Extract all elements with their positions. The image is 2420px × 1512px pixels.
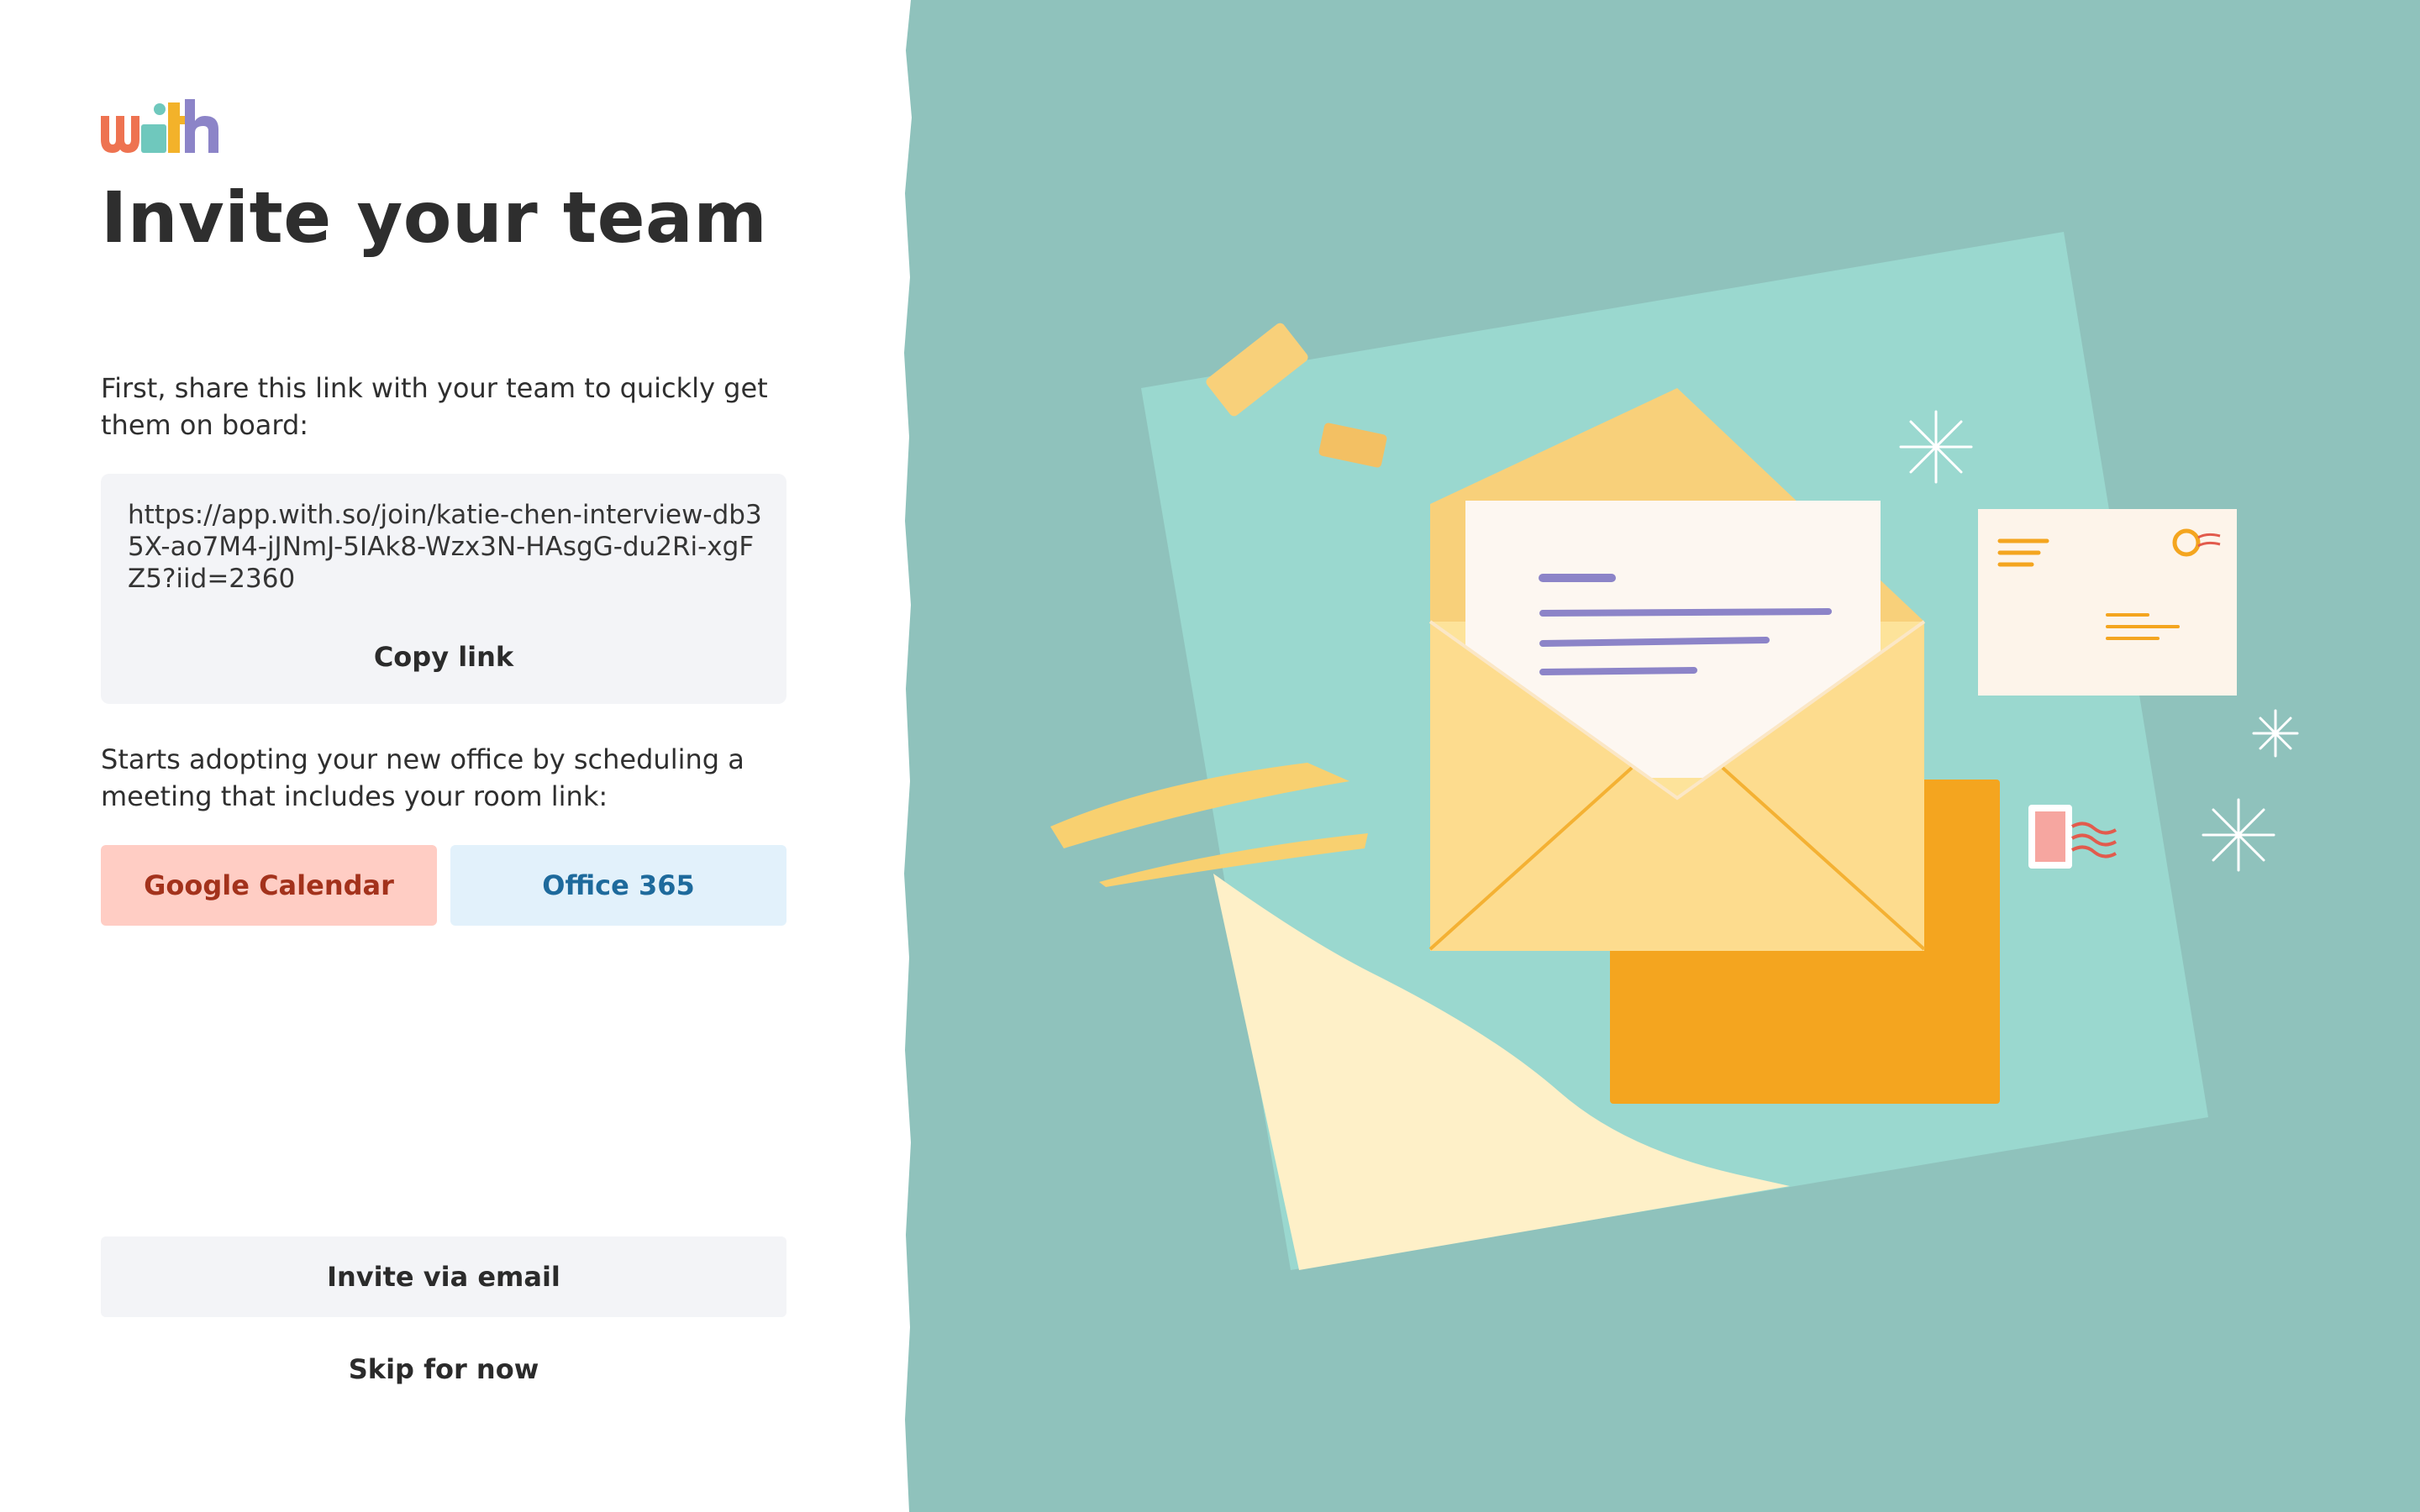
- google-calendar-button[interactable]: Google Calendar: [101, 845, 437, 926]
- schedule-instructions: Starts adopting your new office by sched…: [101, 743, 744, 812]
- illustration-panel: [904, 0, 2420, 1512]
- share-instructions: First, share this link with your team to…: [101, 372, 768, 441]
- invite-team-screen: Invite your team First, share this link …: [0, 0, 2420, 1512]
- sparkle-icon: [1899, 410, 1973, 484]
- invite-link-text[interactable]: https://app.with.so/join/katie-chen-inte…: [128, 499, 766, 595]
- skip-for-now-button[interactable]: Skip for now: [101, 1344, 786, 1394]
- office-365-button[interactable]: Office 365: [450, 845, 786, 926]
- with-logo: [101, 99, 218, 153]
- copy-link-button[interactable]: Copy link: [101, 632, 786, 682]
- invite-panel: Invite your team First, share this link …: [0, 0, 904, 1512]
- postcard-icon: [1978, 509, 2237, 696]
- page-title: Invite your team: [101, 176, 768, 259]
- invite-via-email-button[interactable]: Invite via email: [101, 1236, 786, 1317]
- mail-illustration: [904, 0, 2299, 1512]
- invite-link-box: https://app.with.so/join/katie-chen-inte…: [101, 474, 786, 704]
